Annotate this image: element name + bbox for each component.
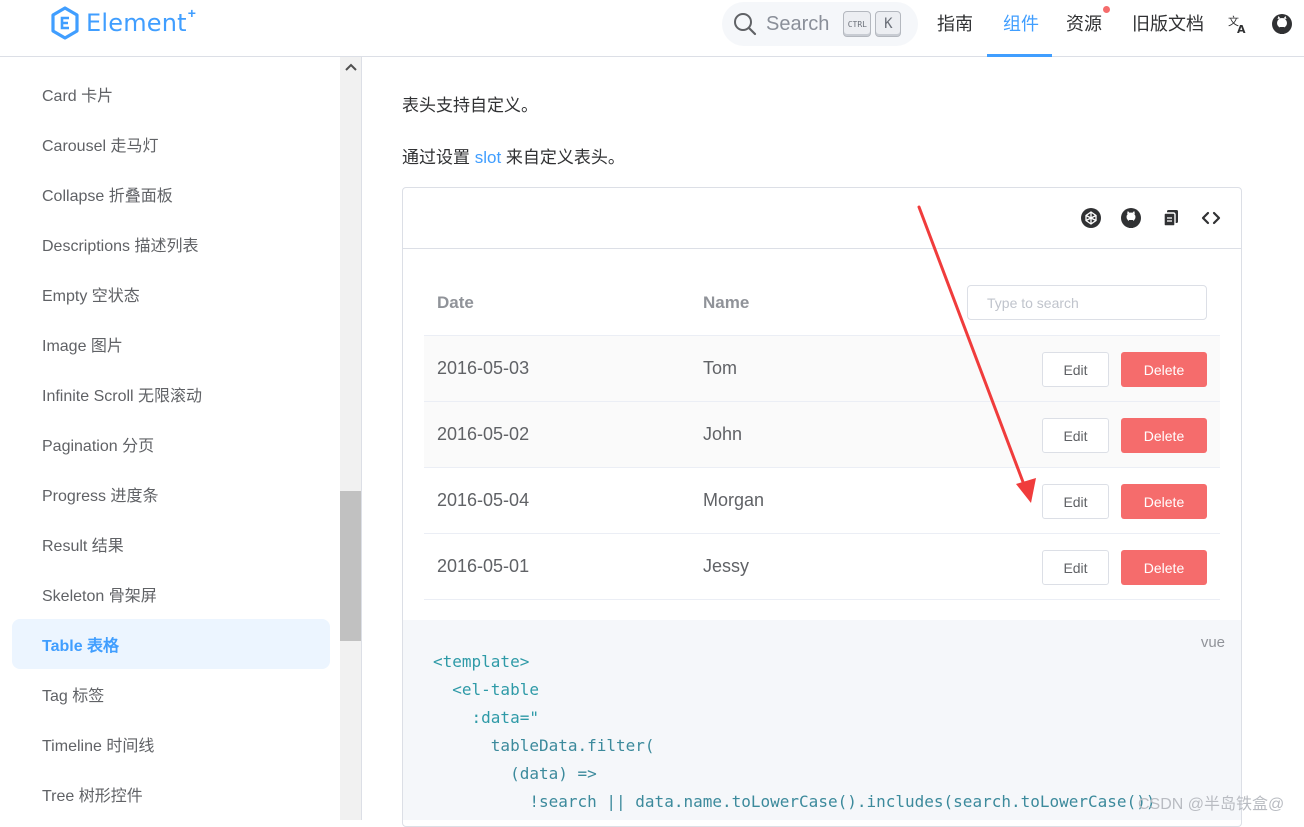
table-row: 2016-05-03 Tom Edit Delete <box>424 336 1220 402</box>
code-icon[interactable] <box>1200 207 1222 229</box>
svg-text:A: A <box>1237 23 1246 35</box>
kbd-ctrl: CTRL <box>843 11 872 37</box>
edit-button[interactable]: Edit <box>1042 484 1109 519</box>
sidebar-item-table[interactable]: Table 表格 <box>12 619 330 669</box>
column-header-name: Name <box>703 293 750 312</box>
description-text-after: 来自定义表头。 <box>501 148 625 167</box>
github-icon[interactable] <box>1270 12 1294 36</box>
sidebar-scrollbar-thumb[interactable] <box>340 491 361 641</box>
github-icon[interactable] <box>1120 207 1142 229</box>
sidebar-item-card[interactable]: Card 卡片 <box>12 69 330 119</box>
table-row: 2016-05-01 Jessy Edit Delete <box>424 534 1220 600</box>
cell-name: Morgan <box>703 490 765 510</box>
code-language-label: vue <box>1200 634 1225 651</box>
cell-date: 2016-05-04 <box>437 490 530 510</box>
code-line: <template> <box>433 652 530 671</box>
edit-button[interactable]: Edit <box>1042 550 1109 585</box>
table-search-input[interactable] <box>967 285 1207 320</box>
delete-button[interactable]: Delete <box>1121 484 1207 519</box>
section-description: 通过设置 slot 来自定义表头。 <box>402 143 625 168</box>
delete-button[interactable]: Delete <box>1121 550 1207 585</box>
nav-guide[interactable]: 指南 <box>937 10 973 36</box>
edit-button[interactable]: Edit <box>1042 352 1109 387</box>
element-logo-icon <box>51 6 79 40</box>
section-heading: 表头支持自定义。 <box>402 96 538 115</box>
sidebar-item-image[interactable]: Image 图片 <box>12 319 330 369</box>
translate-icon[interactable]: 文 A <box>1227 13 1249 35</box>
code-line: !search || data.name.toLowerCase().inclu… <box>433 792 1156 811</box>
delete-button[interactable]: Delete <box>1121 418 1207 453</box>
sidebar-item-tag[interactable]: Tag 标签 <box>12 669 330 719</box>
logo-plus: + <box>187 5 196 21</box>
nav-legacy-docs[interactable]: 旧版文档 <box>1132 10 1204 36</box>
kbd-k: K <box>875 11 902 37</box>
cell-name: John <box>703 424 743 444</box>
table-row: 2016-05-04 Morgan Edit Delete <box>424 468 1220 534</box>
sidebar-item-tree[interactable]: Tree 树形控件 <box>12 769 330 819</box>
sidebar-scrollbar-track[interactable] <box>340 57 361 820</box>
top-navbar: Element + Search CTRL K 指南 组件 资源 旧版文档 文 … <box>0 0 1304 57</box>
sidebar-item-result[interactable]: Result 结果 <box>12 519 330 569</box>
search-icon <box>734 13 757 36</box>
slot-link[interactable]: slot <box>475 148 501 167</box>
sidebar-item-infinite-scroll[interactable]: Infinite Scroll 无限滚动 <box>12 369 330 419</box>
active-nav-indicator <box>987 54 1052 57</box>
description-text-before: 通过设置 <box>402 148 475 167</box>
edit-button[interactable]: Edit <box>1042 418 1109 453</box>
cell-name: Tom <box>703 358 738 378</box>
delete-button[interactable]: Delete <box>1121 352 1207 387</box>
sidebar-item-progress[interactable]: Progress 进度条 <box>12 469 330 519</box>
scroll-up-icon[interactable] <box>340 57 361 77</box>
sidebar-item-collapse[interactable]: Collapse 折叠面板 <box>12 169 330 219</box>
table-row: 2016-05-02 John Edit Delete <box>424 402 1220 468</box>
code-line: (data) => <box>433 764 597 783</box>
search-button[interactable]: Search CTRL K <box>722 2 918 46</box>
code-block: vue <template> <el-table :data=" tableDa… <box>403 620 1241 820</box>
demo-toolbar <box>403 188 1241 249</box>
sidebar-item-skeleton[interactable]: Skeleton 骨架屏 <box>12 569 330 619</box>
sidebar-item-timeline[interactable]: Timeline 时间线 <box>12 719 330 769</box>
cell-date: 2016-05-02 <box>437 424 530 444</box>
sidebar-item-descriptions[interactable]: Descriptions 描述列表 <box>12 219 330 269</box>
codepen-icon[interactable] <box>1080 207 1102 229</box>
code-line: <el-table <box>433 680 539 699</box>
nav-components[interactable]: 组件 <box>1003 10 1039 36</box>
column-header-date: Date <box>437 293 474 312</box>
notification-dot <box>1103 6 1110 13</box>
cell-date: 2016-05-01 <box>437 556 530 576</box>
csdn-watermark: CSDN @半岛铁盒@ <box>1138 796 1285 813</box>
element-logo[interactable]: Element + <box>50 5 196 40</box>
search-label: Search <box>766 12 830 35</box>
sidebar-item-empty[interactable]: Empty 空状态 <box>12 269 330 319</box>
cell-name: Jessy <box>703 556 750 576</box>
nav-resources[interactable]: 资源 <box>1066 10 1102 36</box>
cell-date: 2016-05-03 <box>437 358 530 378</box>
sidebar-item-pagination[interactable]: Pagination 分页 <box>12 419 330 469</box>
sidebar: Card 卡片 Carousel 走马灯 Collapse 折叠面板 Descr… <box>0 57 362 820</box>
code-line: tableData.filter( <box>433 736 655 755</box>
copy-icon[interactable] <box>1160 207 1182 229</box>
sidebar-item-carousel[interactable]: Carousel 走马灯 <box>12 119 330 169</box>
code-line: :data=" <box>433 708 539 727</box>
logo-text: Element <box>86 9 187 37</box>
